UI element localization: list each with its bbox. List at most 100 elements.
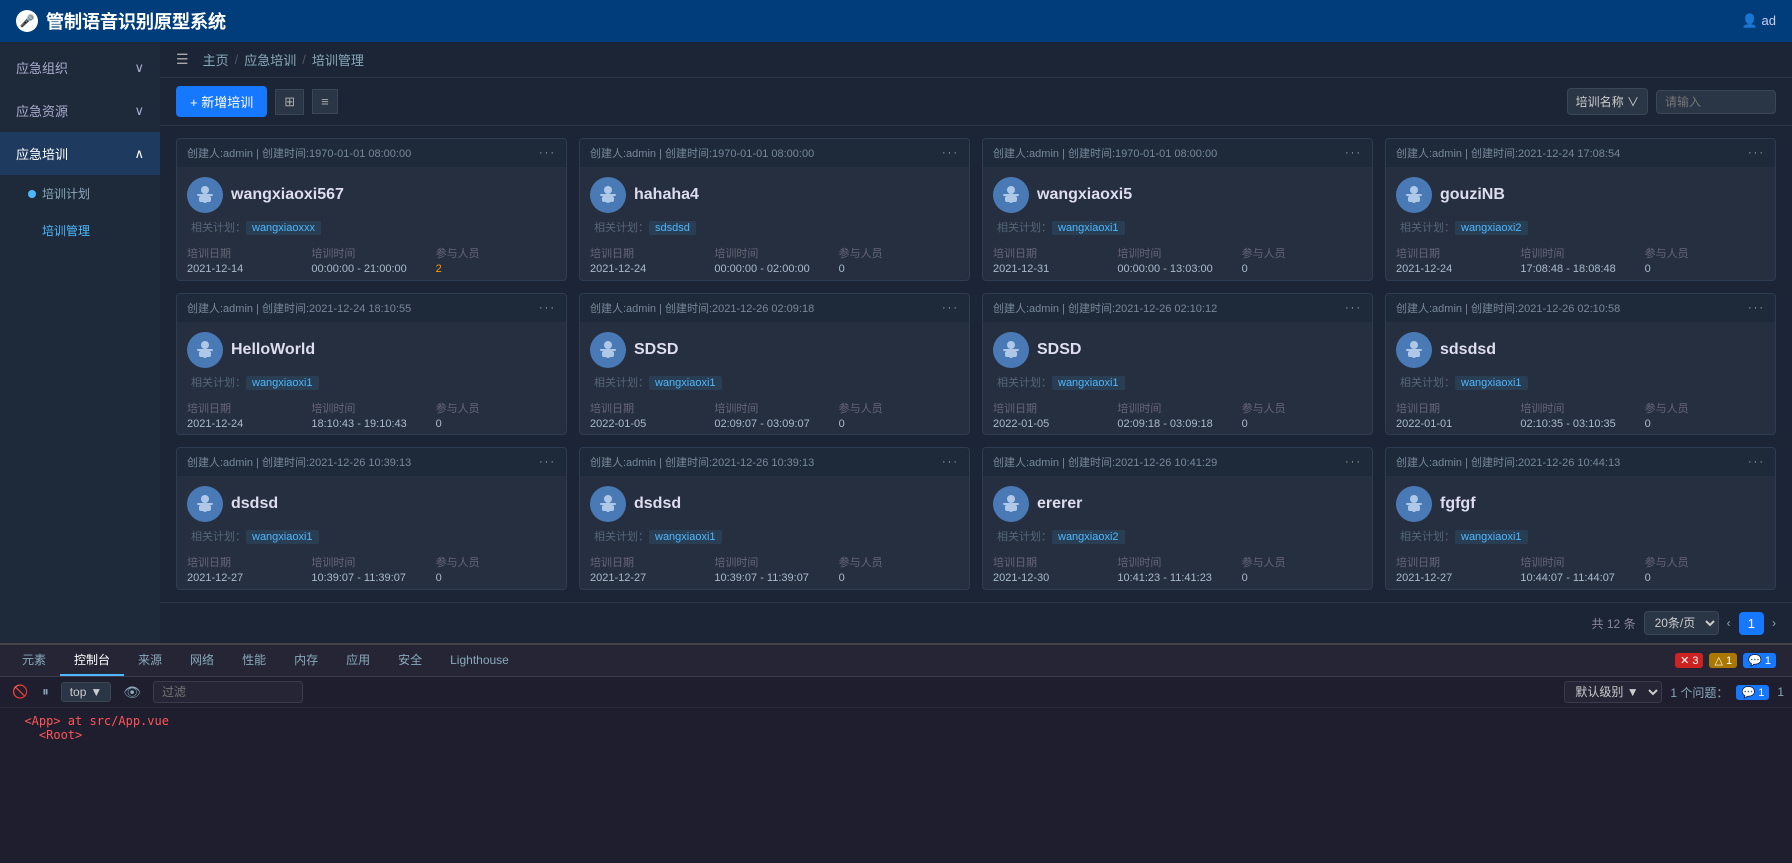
sidebar-item-emergency-resource[interactable]: 应急资源 ∨	[0, 89, 160, 132]
list-view-button[interactable]: ≡	[312, 89, 338, 114]
field-members: 参与人员 2	[436, 245, 556, 275]
field-time: 培训时间 10:39:07 - 11:39:07	[714, 554, 834, 584]
card-plan-value[interactable]: wangxiaoxi1	[1455, 376, 1528, 390]
time-label: 培训时间	[1520, 245, 1640, 261]
time-value: 17:08:48 - 18:08:48	[1520, 263, 1640, 275]
issues-badge[interactable]: 💬 1	[1736, 685, 1769, 700]
card-more-button[interactable]: ···	[1345, 147, 1362, 159]
training-card[interactable]: 创建人:admin | 创建时间:2021-12-26 10:44:13 ···…	[1385, 447, 1776, 590]
sidebar-sub-training-plan[interactable]: 培训计划	[0, 175, 160, 212]
card-plan-value[interactable]: wangxiaoxi2	[1052, 530, 1125, 544]
console-filter-input[interactable]	[153, 681, 303, 703]
training-card[interactable]: 创建人:admin | 创建时间:2021-12-26 02:10:12 ···…	[982, 293, 1373, 436]
card-plan: 相关计划：wangxiaoxi1	[187, 374, 556, 390]
card-more-button[interactable]: ···	[1345, 302, 1362, 314]
card-plan-value[interactable]: wangxiaoxi1	[1052, 221, 1125, 235]
breadcrumb-emergency[interactable]: 应急培训	[244, 50, 296, 69]
breadcrumb: ☰ 主页 / 应急培训 / 培训管理	[160, 42, 1792, 78]
devtools-right: 默认级别 ▼ 1 个问题： 💬 1 1	[1564, 681, 1784, 703]
devtools-tab-application[interactable]: 应用	[332, 645, 384, 676]
mic-icon: 🎤	[16, 10, 38, 32]
card-header: 创建人:admin | 创建时间:2021-12-26 10:44:13 ···	[1386, 448, 1775, 476]
members-label: 参与人员	[436, 554, 556, 570]
field-date: 培训日期 2021-12-24	[187, 400, 307, 430]
training-card[interactable]: 创建人:admin | 创建时间:2021-12-26 10:41:29 ···…	[982, 447, 1373, 590]
training-card[interactable]: 创建人:admin | 创建时间:2021-12-26 10:39:13 ···…	[579, 447, 970, 590]
card-more-button[interactable]: ···	[1748, 147, 1765, 159]
devtools-filter-bar: 🚫 ⏸ top ▼ 👁 默认级别 ▼ 1 个问题： 💬 1 1	[0, 677, 1792, 708]
card-name: wangxiaoxi5	[1037, 186, 1132, 204]
filter-type-select[interactable]: 培训名称 ∨	[1567, 88, 1648, 115]
user-info: 👤 ad	[1742, 13, 1776, 29]
add-training-button[interactable]: + 新增培训	[176, 86, 267, 117]
clear-console-icon[interactable]: 🚫	[8, 682, 32, 702]
card-plan-value[interactable]: wangxiaoxi2	[1455, 221, 1528, 235]
card-plan-value[interactable]: wangxiaoxi1	[1052, 376, 1125, 390]
info-badge[interactable]: 💬 1	[1743, 653, 1776, 668]
card-more-button[interactable]: ···	[1748, 302, 1765, 314]
card-more-button[interactable]: ···	[539, 456, 556, 468]
sidebar-label-training-mgmt: 培训管理	[42, 222, 90, 239]
card-plan-value[interactable]: wangxiaoxi1	[246, 376, 319, 390]
card-plan-value[interactable]: wangxiaoxi1	[649, 376, 722, 390]
log-level-select[interactable]: 默认级别 ▼	[1564, 681, 1662, 703]
devtools-tab-performance[interactable]: 性能	[228, 645, 280, 676]
pause-icon[interactable]: ⏸	[38, 682, 53, 702]
training-card[interactable]: 创建人:admin | 创建时间:2021-12-24 18:10:55 ···…	[176, 293, 567, 436]
field-time: 培训时间 10:44:07 - 11:44:07	[1520, 554, 1640, 584]
sidebar-item-emergency-training[interactable]: 应急培训 ∧	[0, 132, 160, 175]
hamburger-icon[interactable]: ☰	[176, 51, 189, 68]
training-card[interactable]: 创建人:admin | 创建时间:2021-12-26 02:09:18 ···…	[579, 293, 970, 436]
card-more-button[interactable]: ···	[539, 147, 556, 159]
card-plan-value[interactable]: wangxiaoxxx	[246, 221, 321, 235]
error-badge[interactable]: ✕ 3	[1675, 653, 1703, 668]
breadcrumb-sep-1: /	[235, 52, 239, 67]
card-name: fgfgf	[1440, 495, 1476, 513]
training-card[interactable]: 创建人:admin | 创建时间:2021-12-26 02:10:58 ···…	[1385, 293, 1776, 436]
time-value: 10:39:07 - 11:39:07	[714, 572, 834, 584]
devtools-tab-sources[interactable]: 来源	[124, 645, 176, 676]
devtools-tab-network[interactable]: 网络	[176, 645, 228, 676]
page-1-button[interactable]: 1	[1739, 612, 1764, 635]
devtools-tab-console[interactable]: 控制台	[60, 645, 124, 676]
field-members: 参与人员 0	[839, 245, 959, 275]
sidebar-sub-training-mgmt[interactable]: 培训管理	[0, 212, 160, 249]
training-card[interactable]: 创建人:admin | 创建时间:1970-01-01 08:00:00 ···…	[176, 138, 567, 281]
grid-view-button[interactable]: ⊞	[275, 89, 304, 115]
breadcrumb-home[interactable]: 主页	[203, 50, 229, 69]
card-more-button[interactable]: ···	[539, 302, 556, 314]
card-header: 创建人:admin | 创建时间:2021-12-24 18:10:55 ···	[177, 294, 566, 322]
members-label: 参与人员	[1645, 554, 1765, 570]
training-card[interactable]: 创建人:admin | 创建时间:2021-12-26 10:39:13 ···…	[176, 447, 567, 590]
warning-badge[interactable]: △ 1	[1709, 653, 1737, 668]
card-plan-value[interactable]: wangxiaoxi1	[246, 530, 319, 544]
training-card[interactable]: 创建人:admin | 创建时间:1970-01-01 08:00:00 ···…	[982, 138, 1373, 281]
eye-icon[interactable]: 👁	[119, 682, 145, 703]
filter-search-input[interactable]	[1656, 90, 1776, 114]
devtools-tab-security[interactable]: 安全	[384, 645, 436, 676]
page-size-select[interactable]: 20条/页 50条/页	[1644, 611, 1719, 635]
training-card[interactable]: 创建人:admin | 创建时间:1970-01-01 08:00:00 ···…	[579, 138, 970, 281]
context-selector[interactable]: top ▼	[61, 682, 112, 702]
card-plan-value[interactable]: wangxiaoxi1	[649, 530, 722, 544]
devtools-tab-memory[interactable]: 内存	[280, 645, 332, 676]
card-more-button[interactable]: ···	[942, 147, 959, 159]
card-more-button[interactable]: ···	[1748, 456, 1765, 468]
card-header: 创建人:admin | 创建时间:2021-12-26 10:41:29 ···	[983, 448, 1372, 476]
card-header: 创建人:admin | 创建时间:2021-12-26 10:39:13 ···	[580, 448, 969, 476]
card-plan-value[interactable]: wangxiaoxi1	[1455, 530, 1528, 544]
devtools-tab-lighthouse[interactable]: Lighthouse	[436, 647, 523, 675]
field-time: 培训时间 02:09:18 - 03:09:18	[1117, 400, 1237, 430]
card-plan-value[interactable]: sdsdsd	[649, 221, 696, 235]
card-more-button[interactable]: ···	[1345, 456, 1362, 468]
training-card[interactable]: 创建人:admin | 创建时间:2021-12-24 17:08:54 ···…	[1385, 138, 1776, 281]
card-more-button[interactable]: ···	[942, 302, 959, 314]
field-date: 培训日期 2021-12-27	[1396, 554, 1516, 584]
members-value: 0	[436, 418, 556, 430]
card-more-button[interactable]: ···	[942, 456, 959, 468]
time-label: 培训时间	[714, 245, 834, 261]
sidebar-item-emergency-org[interactable]: 应急组织 ∨	[0, 46, 160, 89]
time-label: 培训时间	[1520, 400, 1640, 416]
breadcrumb-training-mgmt[interactable]: 培训管理	[312, 50, 364, 69]
devtools-tab-elements[interactable]: 元素	[8, 645, 60, 676]
